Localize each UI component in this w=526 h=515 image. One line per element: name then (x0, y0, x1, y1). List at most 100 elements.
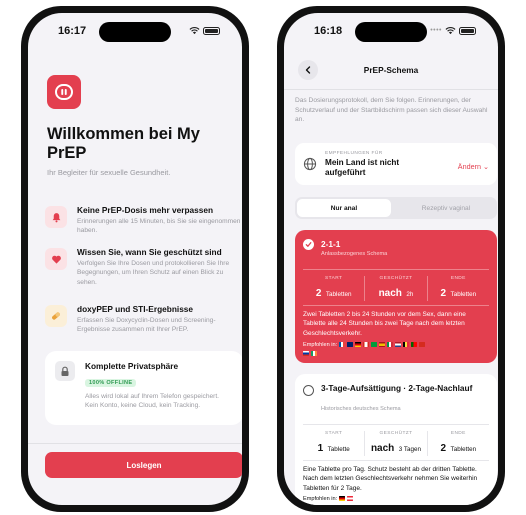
pill-icon (45, 305, 67, 327)
screenshot-stage: 16:17 Willkommen bei My PrEP Ihr Begleit… (0, 0, 526, 515)
stat-start: START 2 Tabletten (303, 276, 364, 301)
globe-icon (303, 157, 317, 171)
checkmark-icon (303, 239, 314, 250)
stat-unit: 2h (406, 291, 414, 298)
stat-unit: 3 Tagen (398, 446, 422, 453)
privacy-card: Komplette Privatsphäre 100% OFFLINE Alle… (45, 351, 242, 425)
scheme-subtitle: Historisches deutsches Schema (321, 406, 401, 412)
stat-value: nach (370, 443, 395, 454)
feature-text: doxyPEP und STI-Ergebnisse Erfassen Sie … (77, 304, 242, 335)
stat-protected: GESCHÜTZT nach 2h (364, 276, 426, 301)
scheme-card-211[interactable]: 2-1-1 Anlassbezogenes Schema START 2 Tab… (295, 230, 497, 363)
status-icons: •••• (430, 26, 476, 35)
route-segmented-control: Nur anal Rezeptiv vaginal (295, 197, 497, 219)
privacy-title: Komplette Privatsphäre (85, 361, 179, 371)
feature-description: Erinnerungen alle 15 Minuten, bis Sie si… (77, 218, 241, 235)
feature-description: Verfolgen Sie Ihre Dosen und protokollie… (77, 260, 230, 286)
recommended-label: Empfohlen in: (303, 496, 338, 502)
battery-icon (459, 26, 476, 35)
stat-label: START (325, 431, 343, 436)
scheme-title: 2-1-1 (321, 239, 341, 249)
scheme-title: 3-Tage-Aufsättigung · 2-Tage-Nachlauf (321, 383, 473, 393)
stat-value: nach (378, 288, 402, 299)
feature-title: doxyPEP und STI-Ergebnisse (77, 304, 194, 314)
stat-end: ENDE 2 Tabletten (426, 276, 489, 301)
divider (284, 89, 498, 90)
feature-title: Keine PrEP-Dosis mehr verpassen (77, 205, 214, 215)
scheme-description: Zwei Tabletten 2 bis 24 Stunden vor dem … (303, 311, 466, 337)
welcome-screen: 16:17 Willkommen bei My PrEP Ihr Begleit… (28, 13, 242, 505)
privacy-text: Komplette Privatsphäre 100% OFFLINE Alle… (85, 361, 233, 425)
recommended-label: Empfohlen in: (303, 342, 338, 348)
feature-doxypep: doxyPEP und STI-Ergebnisse Erfassen Sie … (45, 304, 242, 335)
signal-dots-icon: •••• (430, 27, 442, 34)
chevron-down-icon: ⌄ (482, 162, 489, 171)
scheme-stats: START 2 Tabletten GESCHÜTZT nach 2h ENDE… (303, 276, 489, 301)
status-time: 16:18 (314, 25, 343, 37)
feature-description: Erfassen Sie Doxycyclin-Dosen und Screen… (77, 317, 216, 334)
stat-label: START (325, 276, 343, 281)
status-time: 16:17 (58, 25, 87, 37)
welcome-title: Willkommen bei My PrEP (47, 125, 200, 162)
privacy-description: Alles wird lokal auf Ihrem Telefon gespe… (85, 393, 220, 410)
divider (303, 269, 489, 270)
page-title: PrEP-Schema (363, 65, 419, 75)
recommended-countries: Empfohlen in: (303, 341, 489, 359)
stat-unit: Tabletten (325, 291, 352, 298)
country-selector[interactable]: EMPFEHLUNGEN FÜR Mein Land ist nicht auf… (295, 143, 497, 185)
feature-text: Wissen Sie, wann Sie geschützt sind Verf… (77, 247, 242, 287)
offline-badge: 100% OFFLINE (85, 379, 137, 387)
bell-icon (45, 206, 67, 228)
pill-logo-icon (55, 84, 73, 100)
change-country-link[interactable]: Ändern ⌄ (458, 162, 489, 171)
heart-icon (45, 248, 67, 270)
stat-unit: Tablette (327, 446, 350, 453)
recommendation-label: EMPFEHLUNGEN FÜR (325, 151, 383, 156)
stat-value: 1 (317, 443, 324, 454)
feature-protection: Wissen Sie, wann Sie geschützt sind Verf… (45, 247, 242, 287)
app-logo (47, 75, 81, 109)
stat-protected: GESCHÜTZT nach 3 Tagen (364, 431, 426, 456)
stat-label: ENDE (450, 276, 466, 281)
stat-start: START 1 Tablette (303, 431, 364, 456)
stat-label: ENDE (450, 431, 466, 436)
feature-reminders: Keine PrEP-Dosis mehr verpassen Erinneru… (45, 205, 242, 236)
divider (303, 424, 489, 425)
segment-anal-only[interactable]: Nur anal (297, 199, 391, 217)
get-started-button[interactable]: Loslegen (45, 452, 242, 478)
change-label: Ändern (457, 162, 481, 171)
segment-receptive-vaginal[interactable]: Rezeptiv vaginal (397, 199, 495, 217)
wifi-icon (189, 27, 200, 35)
scheme-card-3day[interactable]: 3-Tage-Aufsättigung · 2-Tage-Nachlauf Hi… (295, 374, 497, 505)
scheme-subtitle: Anlassbezogenes Schema (321, 251, 388, 257)
status-bar: 16:18 •••• (284, 25, 498, 41)
stat-label: GESCHÜTZT (379, 276, 413, 281)
welcome-tagline: Ihr Begleiter für sexuelle Gesundheit. (47, 168, 171, 177)
phone-frame-schema: 16:18 •••• PrEP-Schema Das Dosierungspro… (277, 6, 505, 512)
stat-value: 2 (315, 288, 322, 299)
stat-unit: Tabletten (450, 291, 477, 298)
country-flags (338, 496, 355, 502)
stat-unit: Tabletten (450, 446, 477, 453)
radio-unselected-icon (303, 385, 314, 396)
selected-country: Mein Land ist nicht aufgeführt (325, 158, 400, 177)
feature-title: Wissen Sie, wann Sie geschützt sind (77, 247, 222, 257)
wifi-icon (445, 27, 456, 35)
stat-end: ENDE 2 Tabletten (426, 431, 489, 456)
feature-text: Keine PrEP-Dosis mehr verpassen Erinneru… (77, 205, 242, 236)
stat-value: 2 (440, 443, 447, 454)
recommended-countries: Empfohlen in: (303, 495, 489, 504)
scheme-stats: START 1 Tablette GESCHÜTZT nach 3 Tagen … (303, 431, 489, 456)
stat-label: GESCHÜTZT (379, 431, 413, 436)
schema-screen: 16:18 •••• PrEP-Schema Das Dosierungspro… (284, 13, 498, 505)
divider (28, 443, 242, 444)
intro-text: Das Dosierungsprotokoll, dem Sie folgen.… (295, 97, 488, 124)
battery-icon (203, 26, 220, 35)
divider (303, 305, 489, 306)
status-bar: 16:17 (28, 25, 242, 41)
scheme-description: Eine Tablette pro Tag. Schutz besteht ab… (303, 466, 478, 492)
divider (303, 460, 489, 461)
stat-value: 2 (440, 288, 447, 299)
phone-frame-welcome: 16:17 Willkommen bei My PrEP Ihr Begleit… (21, 6, 249, 512)
status-icons (189, 26, 220, 35)
